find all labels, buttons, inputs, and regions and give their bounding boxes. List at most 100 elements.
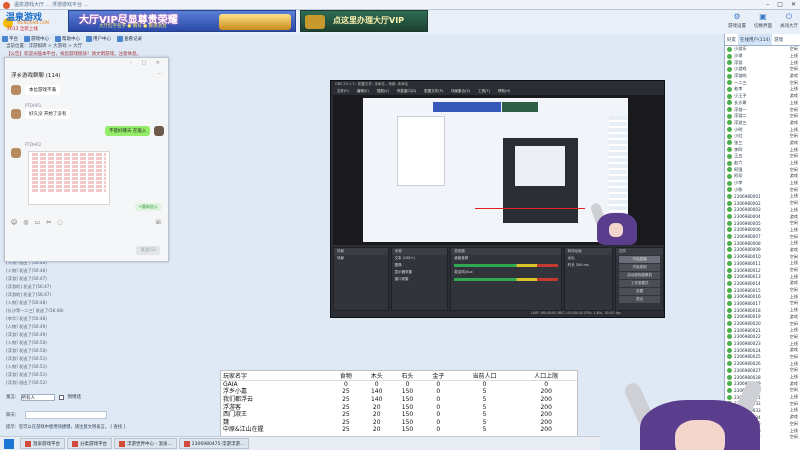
recipient-select[interactable]: 所有人 (20, 393, 55, 401)
user-list-item[interactable]: 2306980004 游戏 (725, 213, 800, 220)
user-list-item[interactable]: 阿强 空闲 (725, 166, 800, 173)
vip-apply-banner[interactable]: 点这里办理大厅VIP (300, 10, 428, 32)
user-list-item[interactable]: 赵六 上线 (725, 160, 800, 167)
user-list-item[interactable]: 一二三 空闲 (725, 79, 800, 86)
user-list-item[interactable]: 王五 空闲 (725, 153, 800, 160)
sources-pane[interactable]: 来源 文本 (GDI+) 图像 显示器采集 窗口采集 (390, 247, 449, 311)
toolbar-item[interactable]: 查看记录 (117, 35, 142, 42)
user-list-item[interactable]: 小游乐 空闲 (725, 46, 800, 53)
scissors-icon[interactable]: ✂ (46, 219, 51, 226)
avatar[interactable] (11, 148, 21, 158)
obs-menu-item[interactable]: 文件(F) (337, 89, 349, 94)
user-list-item[interactable]: 2306980014 游戏 (725, 280, 800, 287)
user-list-item[interactable]: 小王子 游戏 (725, 93, 800, 100)
user-list-item[interactable]: 2306980002 空闲 (725, 200, 800, 207)
obs-menu-item[interactable]: 停靠窗口(D) (397, 89, 416, 94)
favorites-icon[interactable]: ◎ (23, 219, 28, 226)
toolbar-item[interactable]: 帮助中心 (55, 35, 80, 42)
whisper-checkbox[interactable] (58, 394, 64, 400)
user-list-item[interactable]: 2306980007 空闲 (725, 233, 800, 240)
chat-bubble-icon[interactable]: ◌ (57, 219, 62, 226)
vip-ad-banner[interactable]: 大厅VIP尽显尊贵荣耀 大厅红字名字 ● 靓号 ● 群发消息 (68, 10, 296, 32)
user-list-item[interactable]: 2306980019 游戏 (725, 314, 800, 321)
chat-window-controls[interactable]: – □ ✕ (129, 60, 164, 66)
user-list-item[interactable]: 2306980006 上线 (725, 227, 800, 234)
taskbar-item[interactable]: 分类游戏平台 (67, 438, 112, 449)
chat-input[interactable] (24, 411, 107, 419)
user-list-item[interactable]: 2306980012 空闲 (725, 267, 800, 274)
user-list-item[interactable]: 2306980018 上线 (725, 307, 800, 314)
toolbar-item[interactable]: 用户中心 (86, 35, 111, 42)
user-list-item[interactable]: 2306980024 游戏 (725, 347, 800, 354)
minimize-icon[interactable]: – (766, 1, 769, 8)
user-list-item[interactable]: 2306980020 空闲 (725, 320, 800, 327)
obs-window[interactable]: OBS 29.1.3 - 配置文件: 未命名 - 场景: 未命名 文件(F) 编… (330, 80, 665, 318)
tab-online-users[interactable]: 在线用户(114) (738, 34, 773, 45)
user-list-item[interactable]: 浮游二 空闲 (725, 113, 800, 120)
user-list-item[interactable]: 浮游三 游戏 (725, 120, 800, 127)
transitions-pane[interactable]: 转场动画 淡出 时长 300 ms (563, 247, 614, 311)
user-list-item[interactable]: 2306980025 空闲 (725, 354, 800, 361)
user-list-item[interactable]: 小游戏 空闲 (725, 66, 800, 73)
audio-meter[interactable] (454, 264, 558, 267)
user-list-item[interactable]: 2306980017 空闲 (725, 300, 800, 307)
obs-menu-item[interactable]: 编辑(E) (357, 89, 369, 94)
start-icon[interactable] (4, 439, 14, 449)
source-item[interactable]: 窗口采集 (392, 276, 448, 283)
source-item[interactable]: 文本 (GDI+) (392, 255, 448, 262)
avatar[interactable] (154, 126, 165, 136)
close-icon[interactable]: ✕ (791, 1, 796, 8)
start-streaming-button[interactable]: 开始直播 (619, 256, 660, 263)
toolbar-item[interactable]: 平台 (2, 35, 18, 42)
user-list-item[interactable]: 张三 游戏 (725, 140, 800, 147)
user-list-item[interactable]: 2306980021 上线 (725, 327, 800, 334)
obs-preview[interactable] (333, 95, 664, 245)
toolbar-item[interactable]: 游戏中心 (24, 35, 49, 42)
switch-view-button[interactable]: ▣ 切换界面 (752, 10, 774, 34)
site-logo[interactable]: 温泉游戏 WENQUAN.COM 2013 全新上线 (3, 10, 69, 34)
obs-menu-item[interactable]: 视图(V) (377, 89, 389, 94)
obs-menu-item[interactable]: 工具(T) (478, 89, 490, 94)
transition-duration[interactable]: 时长 300 ms (565, 262, 613, 269)
source-item[interactable]: 图像 (392, 262, 448, 269)
exit-button[interactable]: 退出 (619, 296, 660, 303)
user-list-item[interactable]: 李四 上线 (725, 146, 800, 153)
audio-meter[interactable] (454, 278, 558, 281)
close-lobby-button[interactable]: ⏻ 关闭大厅 (778, 10, 800, 34)
taskbar-item[interactable]: 温泉游戏平台 (20, 438, 65, 449)
group-chat-window[interactable]: – □ ✕ 浮乡游戏群聊 (114) ··· 本位游戏不满 PTDHR1 好久没… (4, 57, 169, 262)
tab-friends[interactable]: 好友 (725, 34, 738, 45)
user-list-item[interactable]: 沙琪 上线 (725, 53, 800, 60)
obs-menu-item[interactable]: 帮助(H) (498, 89, 510, 94)
studio-mode-button[interactable]: 工作室模式 (619, 280, 660, 287)
more-icon[interactable]: ··· (157, 71, 162, 77)
user-list-item[interactable]: 小明 上线 (725, 126, 800, 133)
user-list-item[interactable]: 2306980013 上线 (725, 273, 800, 280)
user-list-item[interactable]: 浮游一 空闲 (725, 106, 800, 113)
settings-button[interactable]: 设置 (619, 288, 660, 295)
source-item[interactable]: 显示器采集 (392, 269, 448, 276)
game-settings-button[interactable]: ⚙ 游戏设置 (726, 10, 748, 34)
user-list-item[interactable]: 2306980010 空闲 (725, 253, 800, 260)
user-list-item[interactable]: 2306980016 上线 (725, 293, 800, 300)
send-button[interactable]: 发送(S) (136, 246, 160, 255)
scene-item[interactable]: 场景 (334, 255, 388, 262)
user-list-item[interactable]: 老李 上线 (725, 86, 800, 93)
avatar[interactable] (11, 109, 21, 119)
shared-image[interactable] (28, 151, 110, 205)
user-list-item[interactable]: 小李 上线 (725, 180, 800, 187)
tab-game[interactable]: 游戏 (772, 34, 785, 45)
taskbar-item[interactable]: 浮游世界中心 - 温泉... (114, 438, 177, 449)
video-call-icon[interactable]: ☏ (154, 219, 162, 226)
user-list-item[interactable]: 2306980022 空闲 (725, 334, 800, 341)
user-list-item[interactable]: 2306980023 上线 (725, 340, 800, 347)
mixer-pane[interactable]: 混音器 桌面音频 麦克风/Aux (450, 247, 562, 311)
user-list-item[interactable]: 2306980026 上线 (725, 360, 800, 367)
controls-pane[interactable]: 控件 开始直播 开始录制 启动虚拟摄像机 工作室模式 设置 退出 (615, 247, 664, 311)
rejoin-badge[interactable]: <重新加入 (134, 203, 162, 211)
user-list-item[interactable]: 长沙哥 上线 (725, 100, 800, 107)
maximize-icon[interactable]: □ (777, 1, 783, 8)
user-list-item[interactable]: 2306980015 空闲 (725, 287, 800, 294)
start-recording-button[interactable]: 开始录制 (619, 264, 660, 271)
user-list-item[interactable]: 2306980005 空闲 (725, 220, 800, 227)
